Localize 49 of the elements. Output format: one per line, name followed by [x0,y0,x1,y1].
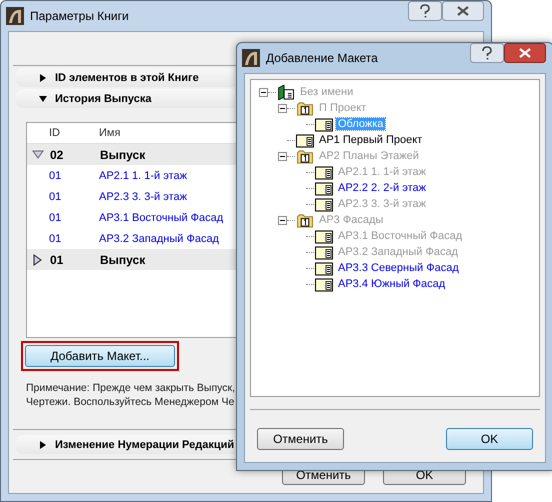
layout-icon [315,180,333,196]
folder-icon [296,148,314,164]
layout-icon [315,164,333,180]
layout-icon [315,276,333,292]
expand-icon [39,440,47,448]
layout-icon [315,196,333,212]
layout-icon [315,244,333,260]
close-button[interactable] [442,1,484,21]
column-header: Имя [99,127,122,139]
note-text: Чертежи. Воспользуйтесь Менеджером Че [26,395,236,409]
table-cell-text: 01 [48,190,62,202]
table-cell-text: АР3.1 Восточный Фасад [99,212,224,224]
table-cell-text: Выпуск [100,148,146,162]
dialog-title: Добавление Макета [266,51,378,65]
table-cell-text: АР2.1 1. 1-й этаж [99,170,188,182]
release-row[interactable]: 01 Выпуск [27,249,237,270]
add-layout-button[interactable]: Добавить Макет... [25,345,175,367]
table-cell-text: 01 [48,232,62,244]
table-cell-text: 01 [48,212,62,224]
release-row[interactable]: 02 Выпуск [27,144,237,165]
table-cell-text: 01 [50,252,64,266]
layout-icon [315,116,333,132]
app-logo-icon [242,49,260,67]
section-header[interactable]: История Выпуска [15,89,235,108]
collapse-icon [39,94,47,102]
app-logo-icon [6,7,24,25]
folder-icon [296,212,314,228]
table-cell-text: АР3.2 Западный Фасад [99,232,220,244]
close-button[interactable] [504,43,546,63]
cancel-button[interactable]: Отменить [257,428,344,450]
expand-icon [39,74,47,82]
column-header: ID [48,127,61,139]
table-cell-text: Выпуск [100,252,146,266]
help-button[interactable] [408,1,442,21]
section-header[interactable]: Изменение Нумерации Редакций [15,435,235,454]
window-title: Параметры Книги [30,9,129,23]
expand-icon[interactable] [32,254,44,266]
note-text: Примечание: Прежде чем закрыть Выпуск, [26,381,236,395]
ok-button[interactable]: OK [446,428,533,450]
help-button[interactable] [470,43,504,63]
table-cell-text: 02 [50,148,64,162]
layout-icon [315,260,333,276]
layout-icon [315,228,333,244]
layout-icon [296,132,314,148]
section-header[interactable]: ID элементов в этой Книге [15,68,235,87]
table-cell-text: АР2.3 3. 3-й этаж [99,190,188,202]
table-cell-text: 01 [48,170,62,182]
book-icon [277,84,295,100]
folder-icon [296,100,314,116]
